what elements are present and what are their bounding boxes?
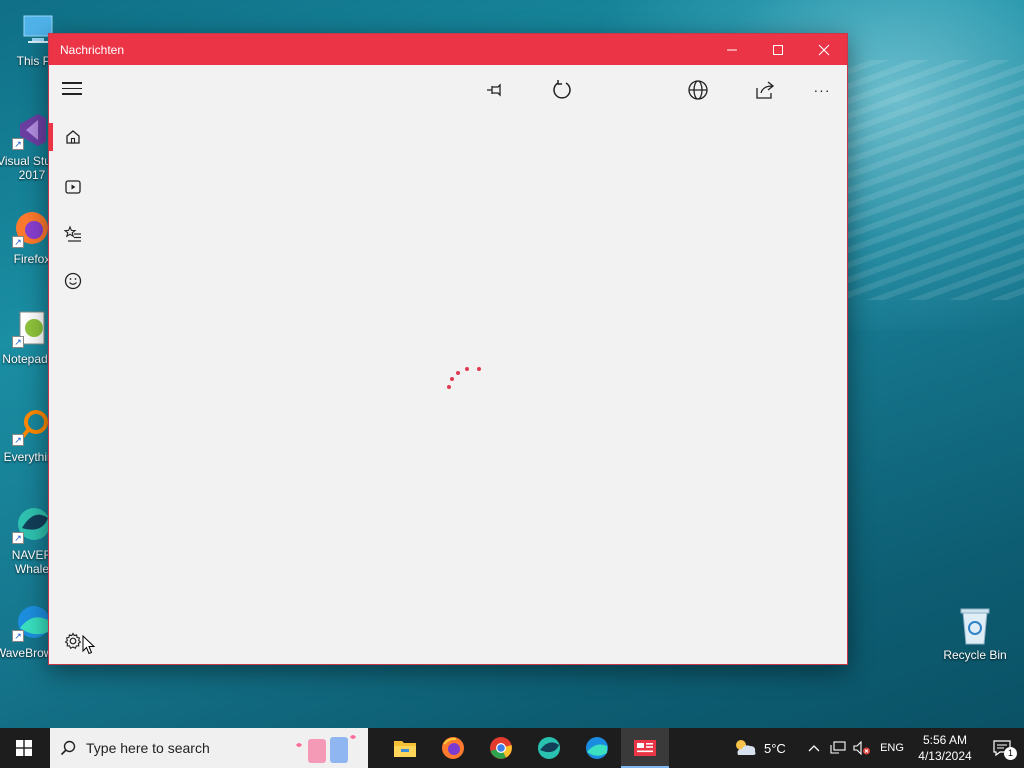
firefox-icon: ↗: [12, 208, 52, 248]
show-hidden-icons-button[interactable]: [802, 744, 826, 752]
taskbar-file-explorer[interactable]: [381, 728, 429, 768]
start-button[interactable]: [0, 728, 48, 768]
system-tray: 5°C ENG 5:56 AM 4/13/2024 1: [732, 728, 1024, 768]
search-placeholder: Type here to search: [86, 740, 210, 756]
app-toolbar: ···: [49, 65, 847, 113]
weather-widget[interactable]: 5°C: [732, 737, 802, 759]
wavebrowser-icon: [586, 737, 608, 759]
more-options-button[interactable]: ···: [809, 77, 835, 103]
refresh-button[interactable]: [549, 77, 575, 103]
volume-button[interactable]: [850, 741, 874, 755]
shortcut-arrow-icon: ↗: [12, 336, 24, 348]
hamburger-menu-button[interactable]: [62, 82, 82, 96]
title-bar[interactable]: Nachrichten: [49, 34, 847, 65]
language-button[interactable]: [685, 77, 711, 103]
nav-item-home[interactable]: [49, 117, 97, 157]
taskbar-search-box[interactable]: Type here to search: [50, 728, 368, 768]
more-icon: ···: [813, 82, 831, 98]
naver-whale-icon: [538, 737, 560, 759]
close-button[interactable]: [801, 34, 847, 65]
globe-icon: [688, 80, 708, 100]
network-icon: [830, 741, 846, 754]
taskbar-naver-whale[interactable]: [525, 728, 573, 768]
pin-button[interactable]: [482, 77, 508, 103]
minimize-button[interactable]: [709, 34, 755, 65]
input-language-indicator[interactable]: ENG: [874, 742, 910, 754]
shortcut-arrow-icon: ↗: [12, 532, 24, 544]
action-center-button[interactable]: 1: [980, 739, 1024, 760]
taskbar-firefox[interactable]: [429, 728, 477, 768]
notification-count-badge: 1: [1004, 747, 1017, 760]
home-icon: [66, 130, 80, 144]
dark-mode-button[interactable]: [617, 77, 643, 103]
share-button[interactable]: [752, 77, 778, 103]
everything-search-icon: ↗: [12, 406, 52, 446]
nav-item-feedback[interactable]: [49, 261, 97, 301]
maximize-icon: [773, 44, 783, 55]
smiley-icon: [64, 272, 82, 290]
news-app-icon: [634, 740, 656, 756]
maximize-button[interactable]: [755, 34, 801, 65]
file-explorer-icon: [394, 741, 416, 757]
clock-date: 4/13/2024: [918, 749, 972, 763]
nav-item-video[interactable]: [49, 167, 97, 207]
shortcut-arrow-icon: ↗: [12, 138, 24, 150]
network-button[interactable]: [826, 741, 850, 755]
desktop-background-wave: [830, 60, 1024, 300]
taskbar-wavebrowser[interactable]: [573, 728, 621, 768]
loading-spinner: [444, 363, 484, 393]
search-icon: [60, 740, 76, 756]
taskbar-chrome[interactable]: [477, 728, 525, 768]
search-highlight-icon: [296, 735, 356, 763]
taskbar-news-app[interactable]: [621, 728, 669, 768]
shortcut-arrow-icon: ↗: [12, 434, 24, 446]
taskbar: Type here to search 5°C ENG 5:56 AM 4/13…: [0, 728, 1024, 768]
mouse-cursor: [82, 635, 96, 655]
minimize-icon: [727, 49, 737, 50]
recycle-bin-icon: [955, 604, 995, 645]
dark-mode-icon: [628, 82, 636, 98]
favorites-icon: [64, 225, 81, 242]
visual-studio-icon: ↗: [12, 110, 52, 150]
shortcut-arrow-icon: ↗: [12, 630, 24, 642]
share-icon: [756, 81, 775, 99]
wavebrowser-icon: ↗: [12, 602, 52, 642]
taskbar-clock[interactable]: 5:56 AM 4/13/2024: [910, 732, 980, 764]
pin-icon: [487, 83, 501, 97]
video-icon: [65, 180, 81, 194]
settings-icon: [64, 632, 82, 649]
naver-whale-icon: ↗: [12, 504, 52, 544]
nav-item-favorites[interactable]: [49, 214, 97, 254]
hamburger-icon: [62, 82, 82, 84]
chevron-up-icon: [808, 745, 820, 752]
firefox-icon: [442, 737, 464, 759]
weather-temperature: 5°C: [764, 740, 786, 756]
news-app-window: Nachrichten ···: [48, 33, 848, 665]
desktop-icon-recycle-bin[interactable]: Recycle Bin: [937, 604, 1013, 662]
windows-logo-icon: [16, 740, 32, 756]
chrome-icon: [490, 737, 512, 759]
window-title: Nachrichten: [60, 42, 125, 57]
close-icon: [818, 44, 830, 55]
clock-time: 5:56 AM: [922, 733, 968, 747]
notepad-plus-plus-icon: ↗: [12, 308, 52, 348]
shortcut-arrow-icon: ↗: [12, 236, 24, 248]
desktop-icon-label: Recycle Bin: [943, 648, 1007, 662]
volume-muted-icon: [853, 741, 870, 755]
weather-cloud-sun-icon: [736, 740, 756, 755]
refresh-icon: [553, 80, 571, 99]
